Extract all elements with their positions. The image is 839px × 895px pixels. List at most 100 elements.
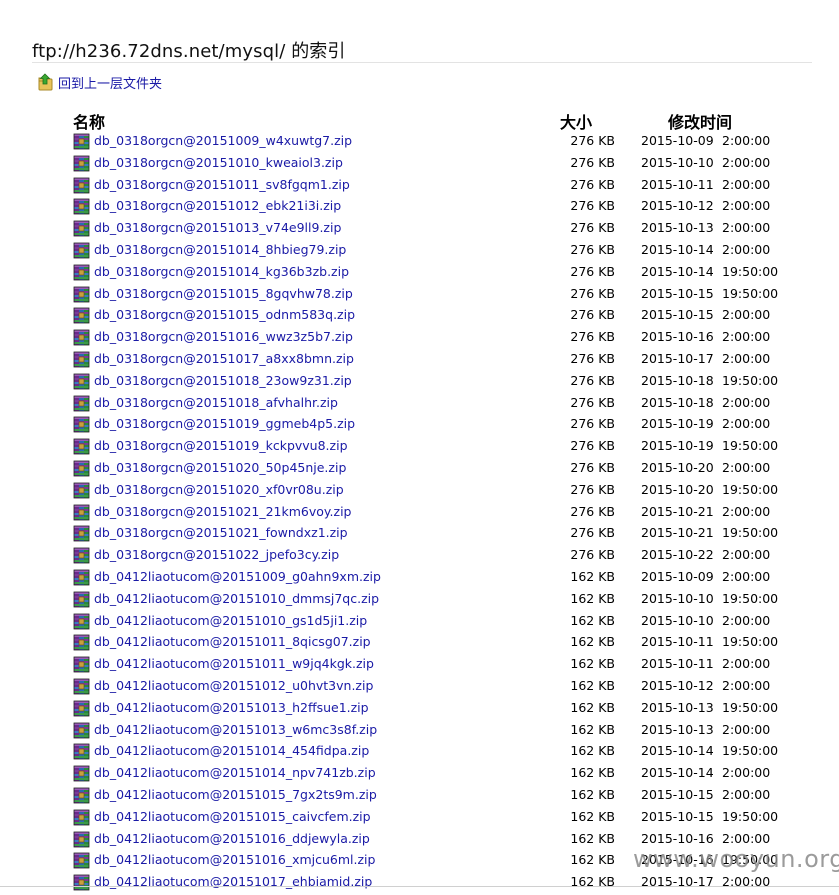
file-time: 2:00:00 (722, 329, 771, 345)
winrar-archive-icon (73, 133, 90, 150)
file-link[interactable]: db_0318orgcn@20151020_50p45nje.zip (94, 459, 346, 477)
file-size: 276 KB (570, 372, 615, 388)
file-size: 162 KB (570, 568, 615, 584)
file-link[interactable]: db_0412liaotucom@20151015_7gx2ts9m.zip (94, 786, 377, 804)
file-link[interactable]: db_0318orgcn@20151017_a8xx8bmn.zip (94, 350, 354, 368)
column-header-modified[interactable]: 修改时间 (668, 109, 732, 133)
file-date: 2015-10-15 (641, 285, 714, 301)
file-date: 2015-10-10 (641, 612, 714, 628)
winrar-archive-icon (73, 678, 90, 695)
column-header-name[interactable]: 名称 (73, 109, 105, 133)
file-link[interactable]: db_0318orgcn@20151021_21km6voy.zip (94, 503, 351, 521)
file-link[interactable]: db_0412liaotucom@20151011_8qicsg07.zip (94, 633, 371, 651)
file-date: 2015-10-10 (641, 590, 714, 606)
file-size: 276 KB (570, 416, 615, 432)
file-row: db_0318orgcn@20151015_odnm583q.zip 276 KB… (0, 305, 839, 327)
file-link[interactable]: db_0412liaotucom@20151011_w9jq4kgk.zip (94, 655, 374, 673)
file-link[interactable]: db_0412liaotucom@20151016_xmjcu6ml.zip (94, 851, 375, 869)
file-size: 276 KB (570, 198, 615, 214)
file-link[interactable]: db_0318orgcn@20151014_kg36b3zb.zip (94, 263, 349, 281)
file-link[interactable]: db_0412liaotucom@20151016_ddjewyla.zip (94, 830, 370, 848)
file-time: 19:50:00 (722, 438, 779, 454)
file-link[interactable]: db_0318orgcn@20151019_kckpvvu8.zip (94, 437, 348, 455)
file-link[interactable]: db_0318orgcn@20151016_wwz3z5b7.zip (94, 328, 353, 346)
file-time: 19:50:00 (722, 481, 779, 497)
file-link[interactable]: db_0318orgcn@20151014_8hbieg79.zip (94, 241, 346, 259)
file-link[interactable]: db_0412liaotucom@20151013_h2ffsue1.zip (94, 699, 369, 717)
file-link[interactable]: db_0412liaotucom@20151012_u0hvt3vn.zip (94, 677, 373, 695)
file-link[interactable]: db_0412liaotucom@20151009_g0ahn9xm.zip (94, 568, 381, 586)
winrar-archive-icon (73, 547, 90, 564)
file-link[interactable]: db_0412liaotucom@20151010_gs1d5ji1.zip (94, 612, 367, 630)
file-link[interactable]: db_0318orgcn@20151022_jpefo3cy.zip (94, 546, 339, 564)
file-link[interactable]: db_0318orgcn@20151013_v74e9ll9.zip (94, 219, 341, 237)
file-row: db_0412liaotucom@20151014_454fidpa.zip 16… (0, 741, 839, 763)
winrar-archive-icon (73, 700, 90, 717)
column-header-size[interactable]: 大小 (560, 109, 592, 133)
file-row: db_0318orgcn@20151021_fowndxz1.zip 276 KB… (0, 523, 839, 545)
file-link[interactable]: db_0318orgcn@20151018_23ow9z31.zip (94, 372, 352, 390)
file-date: 2015-10-17 (641, 350, 714, 366)
file-link[interactable]: db_0318orgcn@20151019_ggmeb4p5.zip (94, 415, 355, 433)
file-size: 276 KB (570, 154, 615, 170)
file-size: 162 KB (570, 590, 615, 606)
file-link[interactable]: db_0318orgcn@20151012_ebk21i3i.zip (94, 197, 341, 215)
file-link[interactable]: db_0412liaotucom@20151014_454fidpa.zip (94, 742, 369, 760)
file-row: db_0412liaotucom@20151013_w6mc3s8f.zip 16… (0, 720, 839, 742)
file-link[interactable]: db_0412liaotucom@20151017_ehbiamid.zip (94, 873, 372, 891)
file-time: 2:00:00 (722, 459, 771, 475)
winrar-archive-icon (73, 286, 90, 303)
file-row: db_0412liaotucom@20151015_7gx2ts9m.zip 16… (0, 785, 839, 807)
file-link[interactable]: db_0318orgcn@20151015_odnm583q.zip (94, 306, 355, 324)
file-link[interactable]: db_0318orgcn@20151018_afvhalhr.zip (94, 394, 338, 412)
file-link[interactable]: db_0318orgcn@20151020_xf0vr08u.zip (94, 481, 344, 499)
file-link[interactable]: db_0412liaotucom@20151014_npv741zb.zip (94, 764, 376, 782)
winrar-archive-icon (73, 809, 90, 826)
file-size: 162 KB (570, 699, 615, 715)
file-link[interactable]: db_0318orgcn@20151021_fowndxz1.zip (94, 524, 348, 542)
file-time: 2:00:00 (722, 656, 771, 672)
file-link[interactable]: db_0318orgcn@20151011_sv8fgqm1.zip (94, 176, 350, 194)
file-row: db_0412liaotucom@20151017_ehbiamid.zip 16… (0, 872, 839, 894)
file-date: 2015-10-14 (641, 743, 714, 759)
parent-folder-link[interactable]: 回到上一层文件夹 (38, 73, 163, 92)
file-link[interactable]: db_0318orgcn@20151010_kweaiol3.zip (94, 154, 343, 172)
file-date: 2015-10-15 (641, 808, 714, 824)
file-list: db_0318orgcn@20151009_w4xuwtg7.zip 276 KB… (0, 131, 839, 894)
file-row: db_0412liaotucom@20151011_w9jq4kgk.zip 16… (0, 654, 839, 676)
file-link[interactable]: db_0318orgcn@20151015_8gqvhw78.zip (94, 285, 353, 303)
winrar-archive-icon (73, 198, 90, 215)
file-row: db_0318orgcn@20151013_v74e9ll9.zip 276 KB… (0, 218, 839, 240)
file-size: 276 KB (570, 547, 615, 563)
file-date: 2015-10-13 (641, 699, 714, 715)
file-date: 2015-10-14 (641, 241, 714, 257)
watermark: www.wooyun.org (633, 845, 839, 873)
file-time: 2:00:00 (722, 547, 771, 563)
file-row: db_0318orgcn@20151018_23ow9z31.zip 276 KB… (0, 371, 839, 393)
file-link[interactable]: db_0412liaotucom@20151013_w6mc3s8f.zip (94, 721, 377, 739)
winrar-archive-icon (73, 264, 90, 281)
file-time: 2:00:00 (722, 874, 771, 890)
file-date: 2015-10-18 (641, 372, 714, 388)
file-time: 2:00:00 (722, 350, 771, 366)
file-link[interactable]: db_0412liaotucom@20151010_dmmsj7qc.zip (94, 590, 379, 608)
file-time: 2:00:00 (722, 677, 771, 693)
file-time: 2:00:00 (722, 721, 771, 737)
file-time: 2:00:00 (722, 503, 771, 519)
winrar-archive-icon (73, 307, 90, 324)
file-time: 2:00:00 (722, 786, 771, 802)
file-size: 276 KB (570, 285, 615, 301)
file-date: 2015-10-11 (641, 656, 714, 672)
file-row: db_0412liaotucom@20151012_u0hvt3vn.zip 16… (0, 676, 839, 698)
file-date: 2015-10-22 (641, 547, 714, 563)
file-link[interactable]: db_0318orgcn@20151009_w4xuwtg7.zip (94, 132, 352, 150)
parent-folder-label: 回到上一层文件夹 (58, 76, 163, 92)
file-row: db_0318orgcn@20151021_21km6voy.zip 276 KB… (0, 502, 839, 524)
file-row: db_0412liaotucom@20151009_g0ahn9xm.zip 16… (0, 567, 839, 589)
file-row: db_0318orgcn@20151020_xf0vr08u.zip 276 KB… (0, 480, 839, 502)
winrar-archive-icon (73, 525, 90, 542)
file-date: 2015-10-11 (641, 634, 714, 650)
file-date: 2015-10-19 (641, 416, 714, 432)
file-row: db_0318orgcn@20151016_wwz3z5b7.zip 276 KB… (0, 327, 839, 349)
file-link[interactable]: db_0412liaotucom@20151015_caivcfem.zip (94, 808, 371, 826)
